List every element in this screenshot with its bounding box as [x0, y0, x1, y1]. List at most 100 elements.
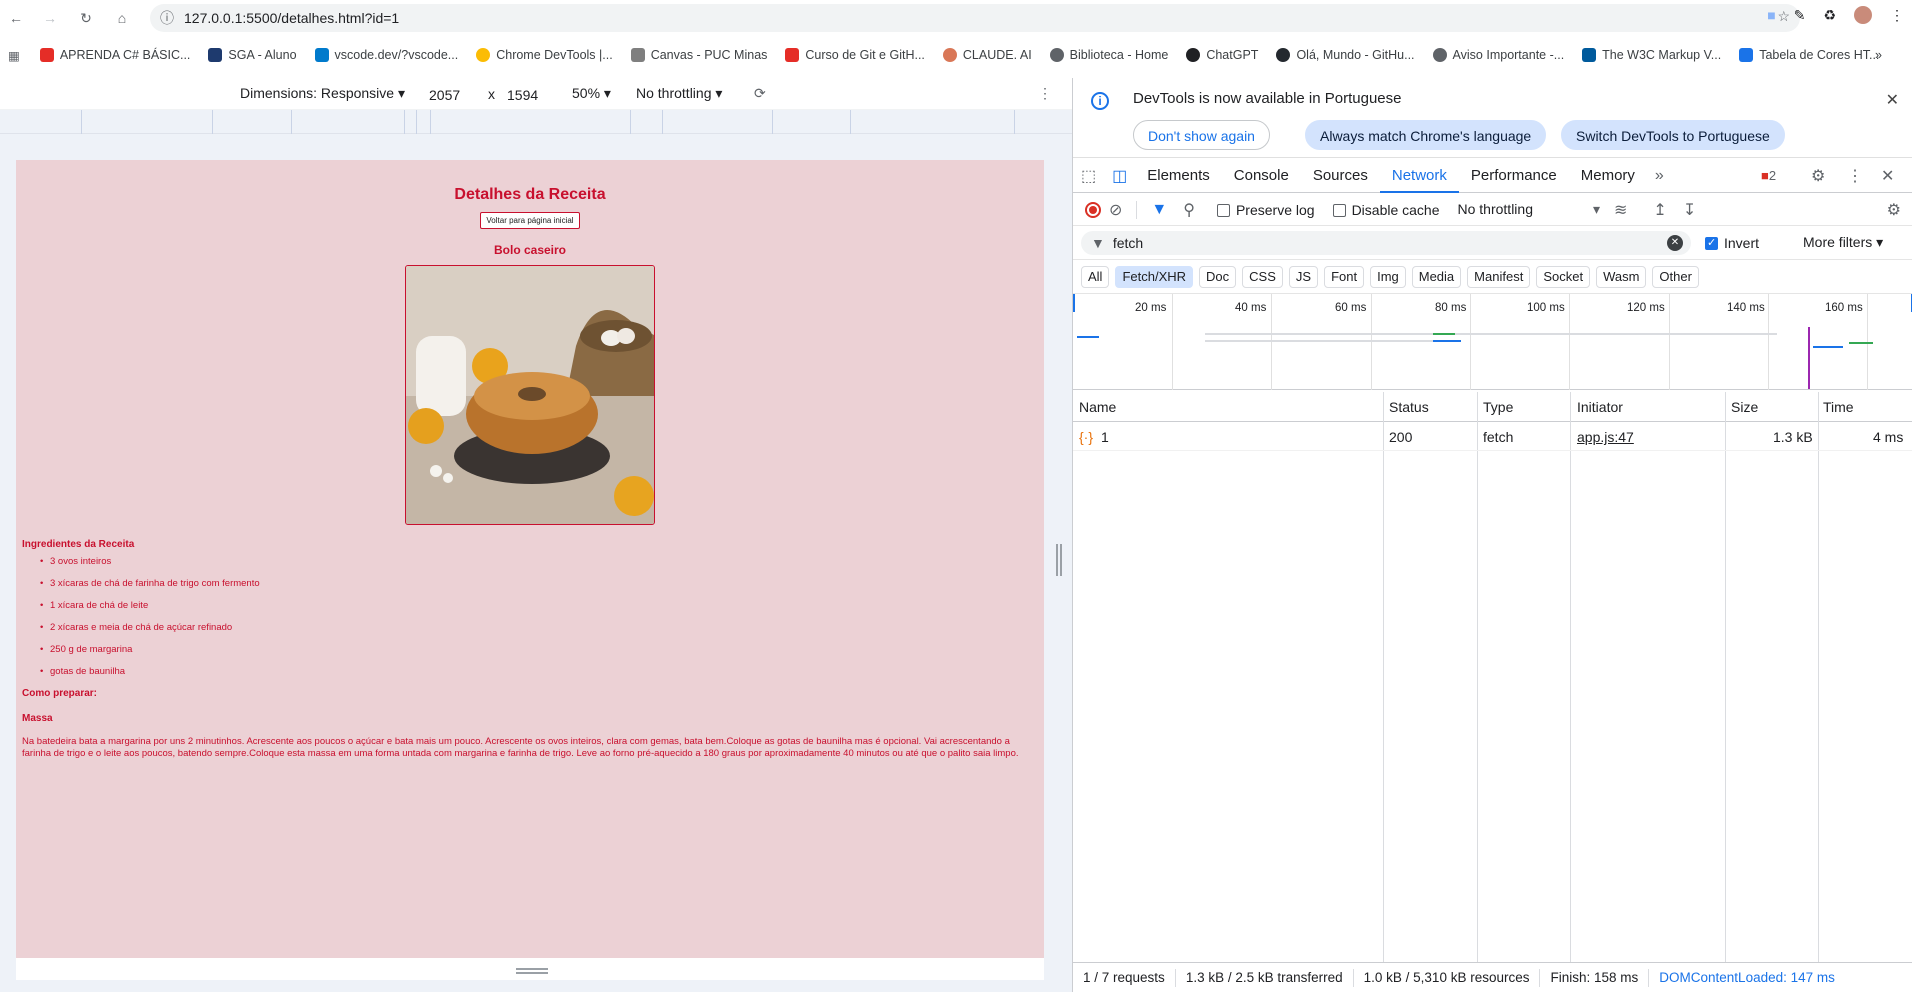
pen-icon[interactable]: ✎ — [1794, 7, 1806, 24]
back-home-button[interactable]: Voltar para página inicial — [480, 212, 580, 229]
switch-to-portuguese-button[interactable]: Switch DevTools to Portuguese — [1561, 120, 1785, 150]
device-toolbar-icon[interactable]: ◫ — [1104, 166, 1135, 186]
how-to-prepare-title: Como preparar: — [22, 688, 98, 699]
type-filter-font[interactable]: Font — [1324, 265, 1365, 288]
bookmark-item[interactable]: vscode.dev/?vscode... — [314, 48, 458, 62]
devtools-menu-icon[interactable]: ⋮ — [1839, 166, 1871, 186]
type-filter-js[interactable]: JS — [1288, 265, 1319, 288]
bookmark-item[interactable]: Curso de Git e GitH... — [785, 48, 925, 62]
filter-input[interactable]: ▼ fetch ✕ — [1081, 230, 1691, 255]
column-header-initiator[interactable]: Initiator — [1577, 399, 1623, 415]
always-match-language-button[interactable]: Always match Chrome's language — [1305, 120, 1547, 150]
bookmark-item[interactable]: Canvas - PUC Minas — [630, 48, 767, 62]
height-resize-handle[interactable] — [516, 968, 548, 974]
more-bookmarks-icon[interactable]: » — [1875, 48, 1882, 62]
forward-icon[interactable]: → — [34, 2, 66, 34]
rotate-icon[interactable]: ⟳ — [754, 85, 766, 102]
type-filter-other[interactable]: Other — [1652, 265, 1699, 288]
favicon-icon — [1186, 48, 1201, 62]
bookmark-item[interactable]: Chrome DevTools |... — [476, 48, 613, 62]
type-filter-socket[interactable]: Socket — [1536, 265, 1591, 288]
throttling-select[interactable]: No throttling ▾ — [636, 85, 722, 102]
column-header-name[interactable]: Name — [1079, 399, 1116, 415]
column-header-type[interactable]: Type — [1483, 399, 1513, 415]
back-icon[interactable]: ← — [0, 2, 32, 34]
close-icon[interactable]: ✕ — [1886, 90, 1899, 110]
bookmark-item[interactable]: Olá, Mundo - GitHu... — [1276, 48, 1415, 62]
more-options-icon[interactable]: ⋮ — [1038, 85, 1052, 102]
type-filter-manifest[interactable]: Manifest — [1467, 265, 1531, 288]
error-badge[interactable]: ■2 — [1761, 168, 1776, 183]
type-filter-css[interactable]: CSS — [1242, 265, 1283, 288]
ruler-tick — [1014, 110, 1015, 134]
type-filter-doc[interactable]: Doc — [1199, 265, 1237, 288]
disable-cache-checkbox[interactable]: Disable cache — [1332, 202, 1440, 218]
type-filter-img[interactable]: Img — [1370, 265, 1406, 288]
domcontentloaded-time: DOMContentLoaded: 147 ms — [1659, 969, 1835, 985]
network-throttling-select[interactable]: No throttling ▾ — [1458, 201, 1601, 218]
filter-icon[interactable]: ▼ — [1143, 201, 1175, 219]
request-status: 200 — [1389, 429, 1413, 445]
type-filter-wasm[interactable]: Wasm — [1596, 265, 1647, 288]
instructions-text: Na batedeira bata a margarina por uns 2 … — [22, 736, 1019, 759]
filter-row: ▼ fetch ✕ Invert More filters ▾ — [1073, 226, 1912, 260]
type-filter-fetch-xhr[interactable]: Fetch/XHR — [1115, 265, 1194, 288]
site-info-icon[interactable]: ⓘ — [160, 8, 174, 28]
table-row[interactable]: {·} 1 200 fetch app.js:47 1.3 kB 4 ms — [1073, 423, 1912, 451]
bookmark-item[interactable]: APRENDA C# BÁSIC... — [39, 48, 190, 62]
import-har-icon[interactable]: ↥ — [1645, 200, 1674, 220]
cake-illustration — [406, 266, 654, 524]
record-icon[interactable] — [1085, 201, 1101, 218]
invert-checkbox[interactable]: Invert — [1705, 235, 1759, 251]
inspect-element-icon[interactable]: ⬚ — [1073, 166, 1104, 186]
tab-sources[interactable]: Sources — [1301, 159, 1380, 193]
preserve-log-checkbox[interactable]: Preserve log — [1216, 202, 1315, 218]
network-settings-icon[interactable]: ⚙ — [1879, 200, 1909, 220]
request-initiator-link[interactable]: app.js:47 — [1577, 429, 1634, 445]
network-timeline-overview[interactable]: 20 ms 40 ms 60 ms 80 ms 100 ms 120 ms 14… — [1073, 294, 1912, 390]
bookmark-item[interactable]: Aviso Importante -... — [1432, 48, 1564, 62]
column-header-status[interactable]: Status — [1389, 399, 1429, 415]
puzzle-icon[interactable]: ♻ — [1823, 7, 1836, 24]
width-input[interactable]: 2057 — [424, 83, 478, 105]
column-header-size[interactable]: Size — [1731, 399, 1758, 415]
type-filter-media[interactable]: Media — [1411, 265, 1462, 288]
more-filters-dropdown[interactable]: More filters ▾ — [1803, 234, 1883, 251]
apps-grid-icon[interactable]: ▦ — [8, 48, 20, 63]
favicon-icon — [785, 48, 800, 62]
bookmark-item[interactable]: The W3C Markup V... — [1582, 48, 1721, 62]
dont-show-again-button[interactable]: Don't show again — [1133, 120, 1270, 150]
tab-network[interactable]: Network — [1379, 159, 1459, 193]
search-icon[interactable]: ⚲ — [1175, 200, 1203, 220]
height-input[interactable]: 1594 — [502, 83, 556, 105]
dimensions-select[interactable]: Dimensions: Responsive ▾ — [240, 85, 405, 102]
extension-icon[interactable]: ■ — [1767, 7, 1775, 23]
tab-memory[interactable]: Memory — [1569, 159, 1647, 193]
export-har-icon[interactable]: ↧ — [1675, 200, 1704, 220]
reload-icon[interactable]: ↻ — [70, 2, 102, 34]
close-devtools-icon[interactable]: ✕ — [1873, 166, 1902, 186]
avatar[interactable] — [1854, 6, 1872, 24]
clear-filter-icon[interactable]: ✕ — [1667, 234, 1683, 251]
bookmark-item[interactable]: Biblioteca - Home — [1049, 48, 1168, 62]
settings-gear-icon[interactable]: ⚙ — [1803, 166, 1833, 186]
home-icon[interactable]: ⌂ — [106, 2, 138, 34]
bookmark-item[interactable]: SGA - Aluno — [208, 48, 297, 62]
clear-icon[interactable]: ⊘ — [1101, 200, 1130, 220]
type-filter-all[interactable]: All — [1081, 265, 1110, 288]
column-header-time[interactable]: Time — [1823, 399, 1854, 415]
device-toolbar: Dimensions: Responsive ▾ 2057 x 1594 50%… — [0, 78, 1072, 110]
address-bar[interactable]: ⓘ 127.0.0.1:5500/detalhes.html?id=1 ☆ — [150, 4, 1800, 32]
bookmark-item[interactable]: Tabela de Cores HT... — [1739, 48, 1879, 62]
bookmark-item[interactable]: ChatGPT — [1186, 48, 1258, 62]
tab-elements[interactable]: Elements — [1135, 159, 1222, 193]
column-divider — [1725, 392, 1726, 962]
menu-kebab-icon[interactable]: ⋮ — [1890, 7, 1904, 24]
tab-performance[interactable]: Performance — [1459, 159, 1569, 193]
more-tabs-icon[interactable]: » — [1647, 167, 1672, 185]
bookmark-item[interactable]: CLAUDE. AI — [942, 48, 1032, 62]
zoom-select[interactable]: 50% ▾ — [572, 85, 611, 102]
width-resize-handle[interactable] — [1056, 544, 1062, 576]
tab-console[interactable]: Console — [1222, 159, 1301, 193]
network-conditions-icon[interactable]: ≋ — [1606, 200, 1635, 220]
